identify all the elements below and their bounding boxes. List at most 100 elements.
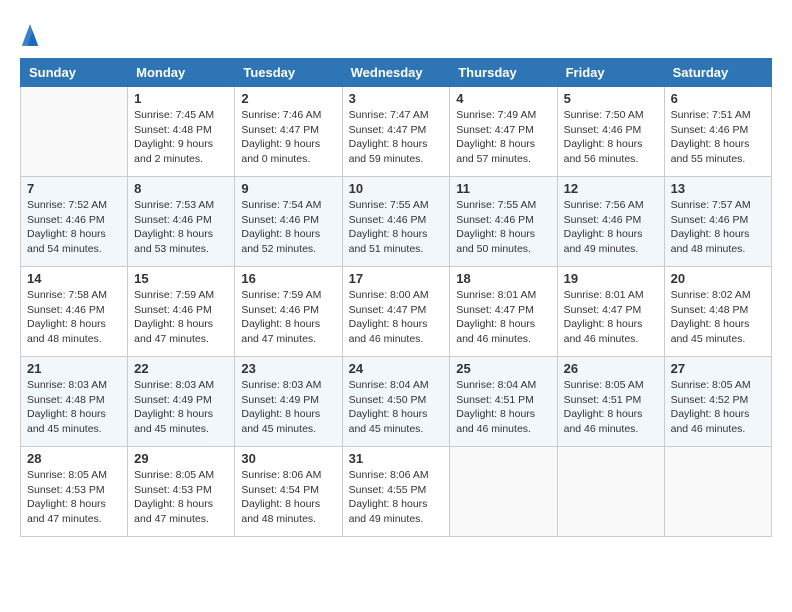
calendar-cell: 6Sunrise: 7:51 AM Sunset: 4:46 PM Daylig…	[664, 87, 771, 177]
day-number: 10	[349, 181, 444, 196]
day-info: Sunrise: 7:51 AM Sunset: 4:46 PM Dayligh…	[671, 108, 765, 167]
day-info: Sunrise: 8:05 AM Sunset: 4:52 PM Dayligh…	[671, 378, 765, 437]
day-info: Sunrise: 8:05 AM Sunset: 4:53 PM Dayligh…	[134, 468, 228, 527]
calendar-cell: 2 Sunrise: 7:46 AM Sunset: 4:47 PM Daylig…	[235, 87, 342, 177]
day-number: 24	[349, 361, 444, 376]
day-number: 8	[134, 181, 228, 196]
calendar-cell: 1 Sunrise: 7:45 AM Sunset: 4:48 PM Daylig…	[128, 87, 235, 177]
calendar-cell: 9 Sunrise: 7:54 AM Sunset: 4:46 PM Daylig…	[235, 177, 342, 267]
day-number: 18	[456, 271, 550, 286]
column-header-wednesday: Wednesday	[342, 59, 450, 87]
day-info: Sunrise: 8:03 AM Sunset: 4:48 PM Dayligh…	[27, 378, 121, 437]
column-header-thursday: Thursday	[450, 59, 557, 87]
day-info: Sunrise: 7:55 AM Sunset: 4:46 PM Dayligh…	[349, 198, 444, 257]
calendar-cell: 28 Sunrise: 8:05 AM Sunset: 4:53 PM Dayli…	[21, 447, 128, 537]
calendar-cell: 30 Sunrise: 8:06 AM Sunset: 4:54 PM Dayli…	[235, 447, 342, 537]
calendar-cell: 12 Sunrise: 7:56 AM Sunset: 4:46 PM Dayli…	[557, 177, 664, 267]
day-number: 1	[134, 91, 228, 106]
calendar-week-row: 1 Sunrise: 7:45 AM Sunset: 4:48 PM Daylig…	[21, 87, 772, 177]
day-number: 28	[27, 451, 121, 466]
day-number: 27	[671, 361, 765, 376]
day-info: Sunrise: 7:55 AM Sunset: 4:46 PM Dayligh…	[456, 198, 550, 257]
calendar-week-row: 14 Sunrise: 7:58 AM Sunset: 4:46 PM Dayli…	[21, 267, 772, 357]
day-info: Sunrise: 7:59 AM Sunset: 4:46 PM Dayligh…	[241, 288, 335, 347]
logo	[20, 20, 44, 48]
calendar-cell: 13Sunrise: 7:57 AM Sunset: 4:46 PM Dayli…	[664, 177, 771, 267]
day-number: 14	[27, 271, 121, 286]
calendar-cell: 3Sunrise: 7:47 AM Sunset: 4:47 PM Daylig…	[342, 87, 450, 177]
day-info: Sunrise: 8:01 AM Sunset: 4:47 PM Dayligh…	[564, 288, 658, 347]
calendar-cell: 23 Sunrise: 8:03 AM Sunset: 4:49 PM Dayli…	[235, 357, 342, 447]
day-number: 5	[564, 91, 658, 106]
page-header	[20, 20, 772, 48]
calendar-cell	[21, 87, 128, 177]
day-info: Sunrise: 7:49 AM Sunset: 4:47 PM Dayligh…	[456, 108, 550, 167]
day-info: Sunrise: 7:54 AM Sunset: 4:46 PM Dayligh…	[241, 198, 335, 257]
day-info: Sunrise: 8:00 AM Sunset: 4:47 PM Dayligh…	[349, 288, 444, 347]
day-info: Sunrise: 8:03 AM Sunset: 4:49 PM Dayligh…	[134, 378, 228, 437]
day-info: Sunrise: 7:52 AM Sunset: 4:46 PM Dayligh…	[27, 198, 121, 257]
column-header-tuesday: Tuesday	[235, 59, 342, 87]
day-number: 11	[456, 181, 550, 196]
calendar-cell: 24 Sunrise: 8:04 AM Sunset: 4:50 PM Dayli…	[342, 357, 450, 447]
logo-icon	[20, 20, 40, 48]
calendar-cell: 22Sunrise: 8:03 AM Sunset: 4:49 PM Dayli…	[128, 357, 235, 447]
calendar-week-row: 28 Sunrise: 8:05 AM Sunset: 4:53 PM Dayli…	[21, 447, 772, 537]
day-number: 20	[671, 271, 765, 286]
calendar-cell: 18Sunrise: 8:01 AM Sunset: 4:47 PM Dayli…	[450, 267, 557, 357]
day-number: 31	[349, 451, 444, 466]
day-number: 2	[241, 91, 335, 106]
column-header-monday: Monday	[128, 59, 235, 87]
calendar-week-row: 7 Sunrise: 7:52 AM Sunset: 4:46 PM Daylig…	[21, 177, 772, 267]
calendar-cell: 25 Sunrise: 8:04 AM Sunset: 4:51 PM Dayli…	[450, 357, 557, 447]
day-number: 25	[456, 361, 550, 376]
calendar-cell: 7 Sunrise: 7:52 AM Sunset: 4:46 PM Daylig…	[21, 177, 128, 267]
calendar-cell: 20 Sunrise: 8:02 AM Sunset: 4:48 PM Dayli…	[664, 267, 771, 357]
day-info: Sunrise: 8:05 AM Sunset: 4:53 PM Dayligh…	[27, 468, 121, 527]
column-header-saturday: Saturday	[664, 59, 771, 87]
calendar-week-row: 21 Sunrise: 8:03 AM Sunset: 4:48 PM Dayli…	[21, 357, 772, 447]
calendar-cell: 4 Sunrise: 7:49 AM Sunset: 4:47 PM Daylig…	[450, 87, 557, 177]
day-number: 17	[349, 271, 444, 286]
day-info: Sunrise: 8:06 AM Sunset: 4:54 PM Dayligh…	[241, 468, 335, 527]
day-info: Sunrise: 7:56 AM Sunset: 4:46 PM Dayligh…	[564, 198, 658, 257]
day-number: 30	[241, 451, 335, 466]
day-number: 7	[27, 181, 121, 196]
day-info: Sunrise: 7:50 AM Sunset: 4:46 PM Dayligh…	[564, 108, 658, 167]
day-number: 23	[241, 361, 335, 376]
calendar-cell: 31 Sunrise: 8:06 AM Sunset: 4:55 PM Dayli…	[342, 447, 450, 537]
calendar-cell: 19Sunrise: 8:01 AM Sunset: 4:47 PM Dayli…	[557, 267, 664, 357]
calendar-cell: 14 Sunrise: 7:58 AM Sunset: 4:46 PM Dayli…	[21, 267, 128, 357]
day-info: Sunrise: 8:06 AM Sunset: 4:55 PM Dayligh…	[349, 468, 444, 527]
calendar-cell: 15Sunrise: 7:59 AM Sunset: 4:46 PM Dayli…	[128, 267, 235, 357]
day-info: Sunrise: 8:02 AM Sunset: 4:48 PM Dayligh…	[671, 288, 765, 347]
calendar-cell	[664, 447, 771, 537]
day-info: Sunrise: 8:04 AM Sunset: 4:51 PM Dayligh…	[456, 378, 550, 437]
calendar-cell: 21 Sunrise: 8:03 AM Sunset: 4:48 PM Dayli…	[21, 357, 128, 447]
calendar-header-row: SundayMondayTuesdayWednesdayThursdayFrid…	[21, 59, 772, 87]
calendar-cell: 27 Sunrise: 8:05 AM Sunset: 4:52 PM Dayli…	[664, 357, 771, 447]
calendar-cell: 17 Sunrise: 8:00 AM Sunset: 4:47 PM Dayli…	[342, 267, 450, 357]
day-info: Sunrise: 7:57 AM Sunset: 4:46 PM Dayligh…	[671, 198, 765, 257]
calendar-cell	[557, 447, 664, 537]
day-info: Sunrise: 7:58 AM Sunset: 4:46 PM Dayligh…	[27, 288, 121, 347]
day-info: Sunrise: 7:46 AM Sunset: 4:47 PM Dayligh…	[241, 108, 335, 167]
day-info: Sunrise: 7:59 AM Sunset: 4:46 PM Dayligh…	[134, 288, 228, 347]
day-info: Sunrise: 7:45 AM Sunset: 4:48 PM Dayligh…	[134, 108, 228, 167]
calendar-cell: 11 Sunrise: 7:55 AM Sunset: 4:46 PM Dayli…	[450, 177, 557, 267]
day-info: Sunrise: 8:05 AM Sunset: 4:51 PM Dayligh…	[564, 378, 658, 437]
calendar-cell	[450, 447, 557, 537]
day-number: 4	[456, 91, 550, 106]
calendar-cell: 8 Sunrise: 7:53 AM Sunset: 4:46 PM Daylig…	[128, 177, 235, 267]
day-number: 12	[564, 181, 658, 196]
day-number: 9	[241, 181, 335, 196]
day-info: Sunrise: 7:53 AM Sunset: 4:46 PM Dayligh…	[134, 198, 228, 257]
calendar-table: SundayMondayTuesdayWednesdayThursdayFrid…	[20, 58, 772, 537]
column-header-sunday: Sunday	[21, 59, 128, 87]
day-number: 16	[241, 271, 335, 286]
day-info: Sunrise: 8:04 AM Sunset: 4:50 PM Dayligh…	[349, 378, 444, 437]
day-number: 21	[27, 361, 121, 376]
column-header-friday: Friday	[557, 59, 664, 87]
day-info: Sunrise: 7:47 AM Sunset: 4:47 PM Dayligh…	[349, 108, 444, 167]
day-info: Sunrise: 8:03 AM Sunset: 4:49 PM Dayligh…	[241, 378, 335, 437]
